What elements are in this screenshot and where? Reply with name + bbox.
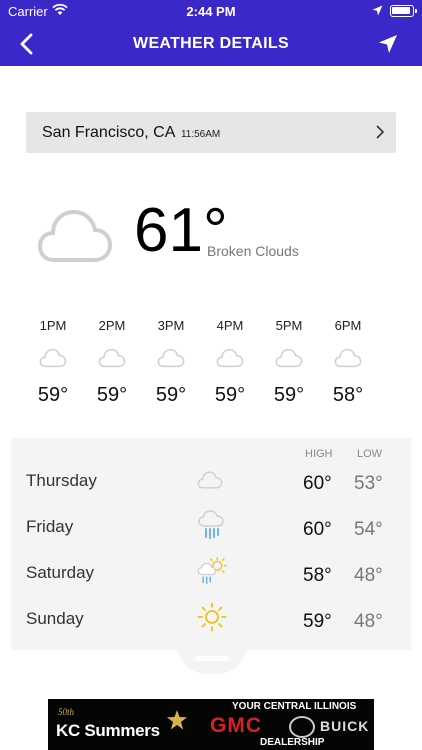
hourly-forecast[interactable]: 1PM 59° 2PM 59° 3PM 59° 4PM 59° 5PM 59° 6PM 58°: [0, 318, 422, 418]
hourly-time: 1PM: [39, 318, 67, 333]
location-city-name: San Francisco, CA: [42, 124, 175, 141]
ad-gmc-logo: GMC: [210, 714, 262, 737]
ad-banner[interactable]: 50th KC Summers YOUR CENTRAL ILLINOIS GM…: [48, 699, 374, 750]
daily-row: Thursday 60° 53°: [11, 460, 411, 504]
day-low: 53°: [354, 473, 383, 494]
day-name: Saturday: [26, 563, 95, 582]
hourly-temp: 59°: [155, 384, 187, 406]
day-high: 58°: [303, 565, 332, 586]
location-time: 11:56AM: [180, 129, 221, 140]
hourly-item: 6PM 58°: [323, 318, 373, 407]
cloud-icon: [146, 347, 196, 374]
chevron-right-icon: [376, 125, 385, 139]
sun-rain-icon: [197, 556, 227, 591]
hourly-item: 5PM 59°: [264, 318, 314, 407]
ad-anniversary: 50th: [58, 707, 75, 717]
sun-icon: [197, 602, 227, 637]
hourly-time: 3PM: [157, 318, 185, 333]
buick-logo-icon: [289, 716, 315, 738]
hourly-temp: 59°: [37, 384, 69, 406]
daily-row: Friday 60° 54°: [11, 506, 411, 550]
ad-buick: BUICK: [320, 718, 370, 734]
hourly-item: 3PM 59°: [146, 318, 196, 407]
daily-forecast: HIGH LOW Thursday 60° 53° Friday 60° 54° Satu…: [11, 438, 411, 650]
cloud-icon: [205, 347, 255, 374]
hourly-temp: 58°: [332, 384, 364, 406]
cloud-icon: [264, 347, 314, 374]
hourly-item: 1PM 59°: [28, 318, 78, 407]
hourly-time: 2PM: [98, 318, 126, 333]
day-low: 54°: [354, 519, 383, 540]
location-arrow-icon[interactable]: [376, 32, 400, 56]
rain-cloud-icon: [197, 510, 227, 545]
daily-row: Saturday 58° 48°: [11, 552, 411, 596]
day-name: Friday: [26, 517, 74, 536]
day-low: 48°: [354, 611, 383, 632]
ad-brand: KC Summers: [56, 721, 160, 740]
nav-bar: WEATHER DETAILS: [0, 22, 422, 66]
day-high: 60°: [303, 473, 332, 494]
cloud-icon: [87, 347, 137, 374]
cloud-icon: [197, 470, 223, 495]
location-city: San Francisco, CA 11:56AM: [42, 124, 220, 142]
hourly-time: 4PM: [216, 318, 244, 333]
hourly-temp: 59°: [214, 384, 246, 406]
page-title: WEATHER DETAILS: [133, 35, 289, 52]
hourly-item: 2PM 59°: [87, 318, 137, 407]
cloud-icon: [323, 347, 373, 374]
day-name: Thursday: [26, 471, 97, 490]
low-header: LOW: [357, 448, 383, 460]
status-bar: Carrier 2:44 PM: [0, 0, 422, 22]
day-low: 48°: [354, 565, 383, 586]
location-selector[interactable]: San Francisco, CA 11:56AM: [26, 112, 396, 153]
current-condition: Broken Clouds: [207, 243, 299, 259]
hourly-time: 6PM: [334, 318, 362, 333]
day-high: 59°: [303, 611, 332, 632]
day-high: 60°: [303, 519, 332, 540]
hourly-temp: 59°: [273, 384, 305, 406]
ad-dealership: DEALERSHIP: [260, 737, 325, 748]
expand-handle[interactable]: [177, 644, 247, 674]
hourly-item: 4PM 59°: [205, 318, 255, 407]
ad-tagline: YOUR CENTRAL ILLINOIS: [232, 701, 357, 712]
status-time: 2:44 PM: [186, 4, 236, 19]
cloud-icon: [38, 209, 112, 262]
daily-row: Sunday 59° 48°: [11, 598, 411, 642]
location-arrow-icon: [372, 5, 383, 16]
day-name: Sunday: [26, 609, 84, 628]
battery-icon: [390, 5, 417, 17]
hourly-time: 5PM: [275, 318, 303, 333]
cloud-icon: [28, 347, 78, 374]
high-header: HIGH: [305, 448, 333, 460]
hourly-temp: 59°: [96, 384, 128, 406]
star-icon: [167, 710, 187, 730]
